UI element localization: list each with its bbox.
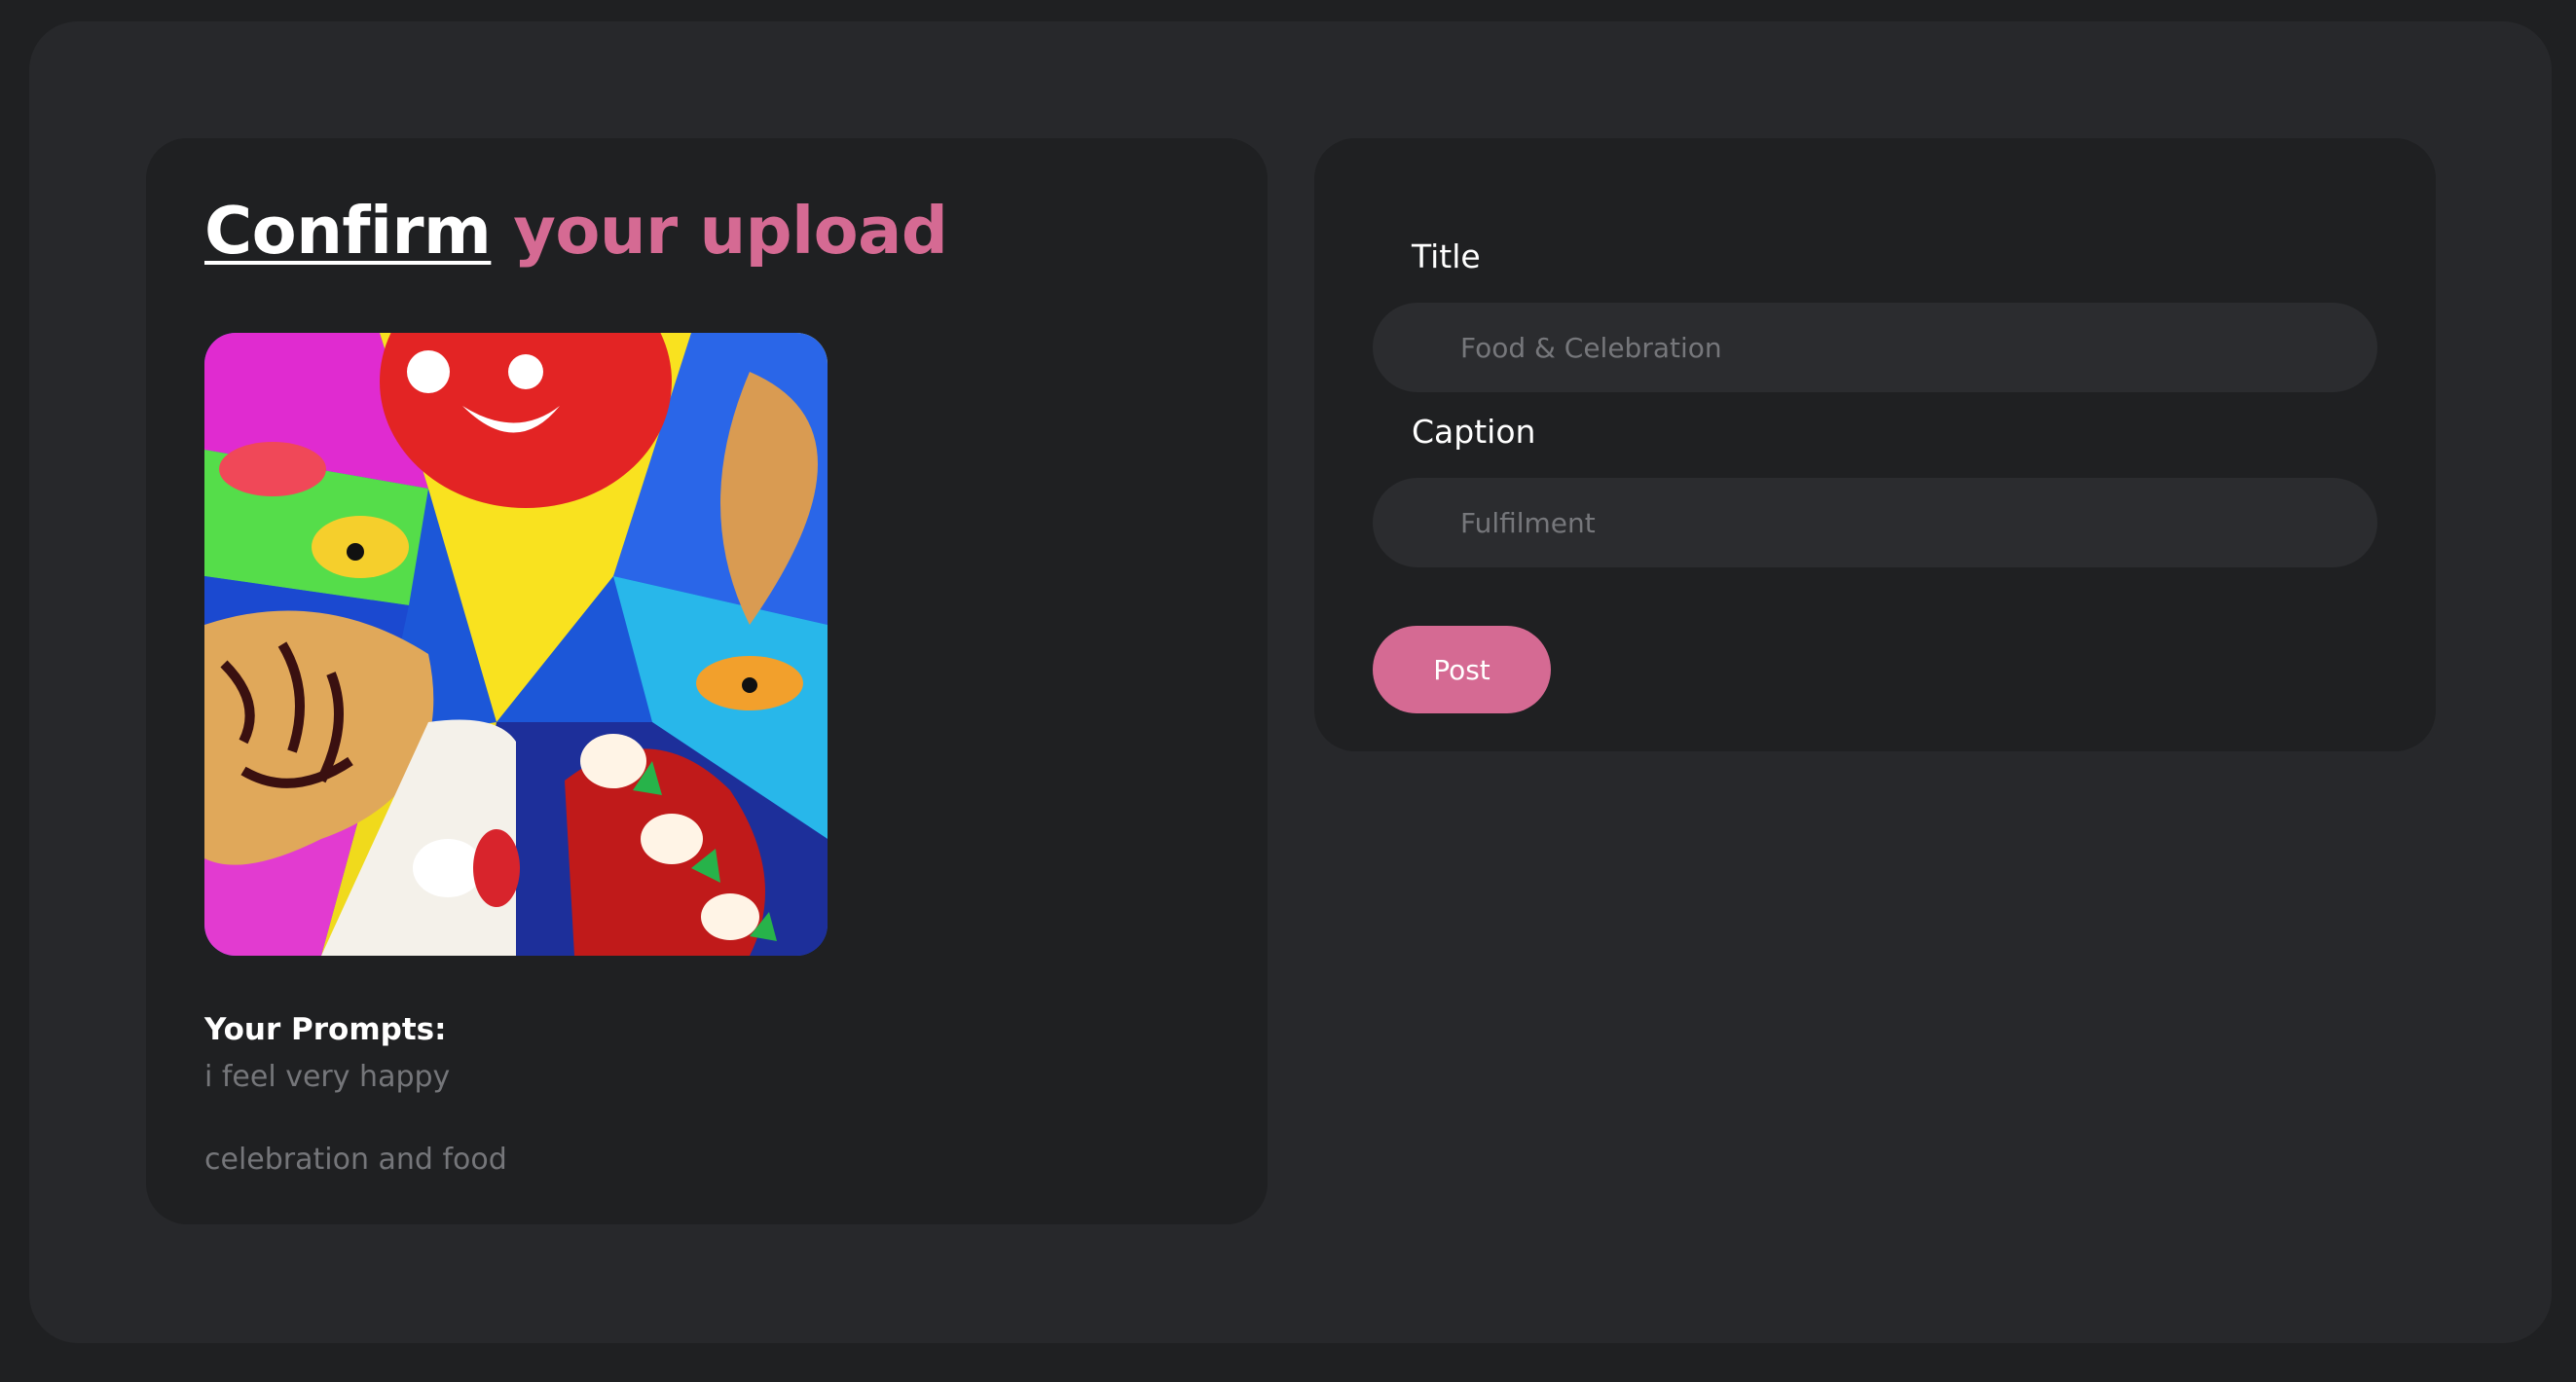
title-input[interactable] (1373, 303, 2377, 392)
post-button[interactable]: Post (1373, 626, 1551, 713)
caption-label: Caption (1412, 413, 1536, 451)
page-container: Confirm your upload Your Prompts: i feel… (29, 21, 2552, 1343)
page-title: Confirm your upload (204, 193, 948, 269)
uploaded-image-preview (204, 333, 828, 956)
upload-preview-card: Confirm your upload Your Prompts: i feel… (146, 138, 1268, 1224)
prompts-label: Your Prompts: (204, 1012, 447, 1047)
caption-input[interactable] (1373, 478, 2377, 567)
prompt-item: i feel very happy (204, 1060, 451, 1094)
page-title-confirm: Confirm (204, 193, 492, 269)
page-title-your-upload: your upload (513, 193, 948, 269)
prompt-item: celebration and food (204, 1143, 507, 1177)
title-label: Title (1412, 237, 1481, 275)
upload-details-form: Title Caption Post (1314, 138, 2436, 751)
artwork-image (204, 333, 828, 956)
